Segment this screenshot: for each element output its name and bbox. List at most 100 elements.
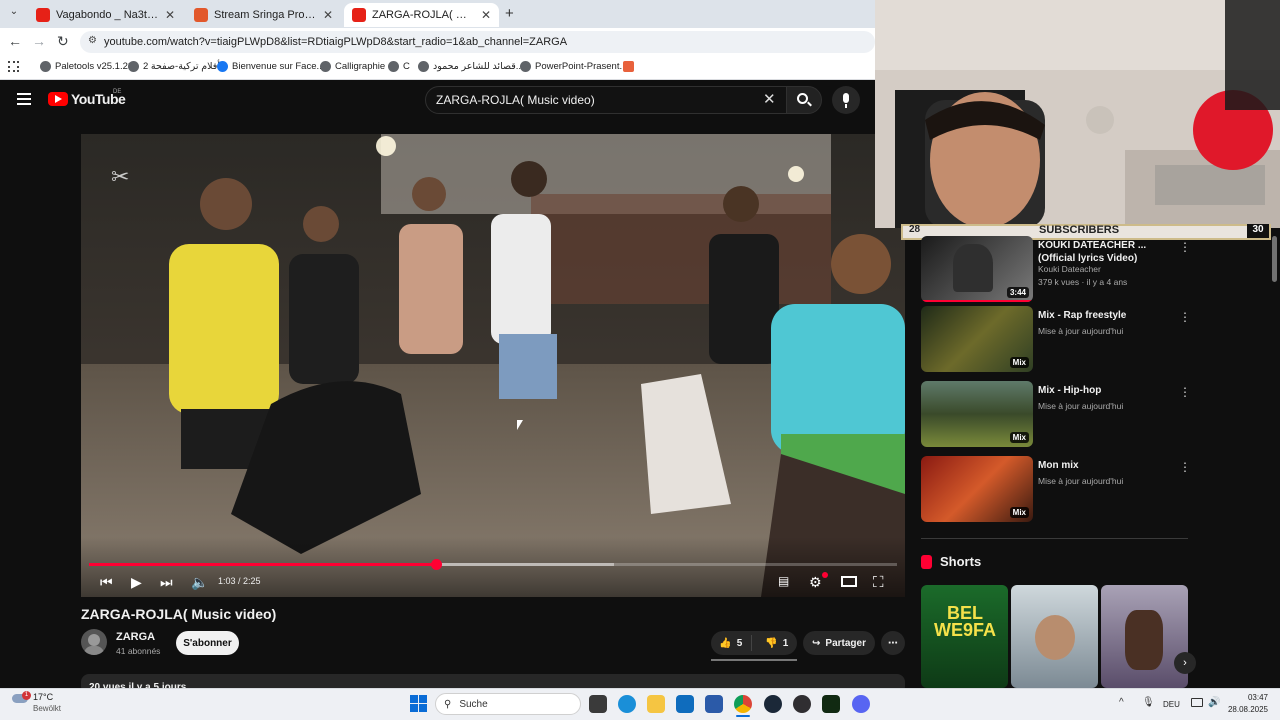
volume-tray-icon[interactable]: 🔊 (1208, 697, 1220, 708)
globe-icon (388, 61, 399, 72)
keyboard-language[interactable]: DEU (1163, 700, 1180, 709)
channel-avatar[interactable] (81, 629, 107, 655)
short-item[interactable] (1011, 585, 1098, 688)
thumbs-up-icon: 👍 (719, 637, 732, 649)
notification-dot-icon: 1 (22, 691, 31, 700)
taskbar-search[interactable]: ⚲ Suche (435, 693, 581, 715)
more-actions-button[interactable]: ⋯ (881, 631, 905, 655)
theater-mode-icon[interactable] (841, 576, 857, 587)
more-vertical-icon[interactable]: ⋮ (1179, 310, 1191, 324)
facebook-icon (217, 61, 228, 72)
chrome-icon[interactable] (734, 695, 752, 713)
search-input[interactable]: ZARGA-ROJLA( Music video) ✕ (425, 86, 787, 114)
tray-chevron-icon[interactable]: ^ (1119, 697, 1124, 708)
network-icon[interactable] (1191, 698, 1203, 707)
menu-icon[interactable] (17, 93, 31, 105)
taskbar-search-label: Suche (459, 698, 488, 710)
edge-icon[interactable] (618, 695, 636, 713)
fullscreen-icon[interactable]: ⛶ (873, 574, 884, 591)
recommendation-title: Mix - Rap freestyle (1038, 310, 1127, 321)
share-button[interactable]: ↪ Partager (803, 631, 875, 655)
close-icon[interactable]: ✕ (165, 8, 175, 22)
store-icon[interactable] (705, 695, 723, 713)
duration-badge: 3:44 (1006, 287, 1029, 298)
shorts-next-button[interactable]: › (1174, 652, 1196, 674)
bookmark-label: PowerPoint-Prasent... (535, 61, 628, 72)
windows-start-icon[interactable] (410, 695, 427, 712)
microphone-tray-icon[interactable]: 🎙 (1142, 697, 1155, 708)
subscribe-button[interactable]: S'abonner (176, 631, 239, 655)
task-view-icon[interactable] (589, 695, 607, 713)
outlook-icon[interactable] (676, 695, 694, 713)
recommendation-item[interactable]: Mix Mix - Rap freestyle Mise à jour aujo… (921, 306, 1191, 372)
clock-date[interactable]: 28.08.2025 (1220, 705, 1268, 714)
settings-gear-icon[interactable]: ⚙ (809, 574, 822, 591)
site-info-icon[interactable]: ⚙ (88, 35, 97, 46)
apps-grid-icon[interactable] (8, 61, 19, 72)
extension-icon[interactable] (623, 61, 634, 72)
file-explorer-icon[interactable] (647, 695, 665, 713)
voice-search-button[interactable] (832, 86, 860, 114)
forward-arrow-icon[interactable]: → (32, 33, 46, 49)
played-bar (89, 563, 437, 566)
play-icon[interactable]: ▶ (131, 574, 142, 591)
tab-label: Vagabondo _ Na3ti dom nkassa (56, 9, 159, 21)
sidebar-scrollbar[interactable] (1272, 236, 1277, 282)
obs-icon[interactable] (793, 695, 811, 713)
clock-time[interactable]: 03:47 (1230, 693, 1268, 702)
goal-end: 30 (1247, 224, 1269, 238)
bookmark-label: C (403, 61, 410, 72)
terminal-icon[interactable] (822, 695, 840, 713)
weather-temp: 17°C (33, 692, 54, 702)
subtitles-icon[interactable]: ▤ (778, 574, 789, 588)
channel-name[interactable]: ZARGA (116, 631, 155, 643)
more-vertical-icon[interactable]: ⋮ (1179, 385, 1191, 399)
progress-bar[interactable] (89, 559, 897, 570)
recommendation-title: KOUKI DATEACHER ... (Official lyrics Vid… (1038, 240, 1147, 264)
globe-icon (128, 61, 139, 72)
short-item[interactable] (1101, 585, 1188, 688)
close-icon[interactable]: ✕ (481, 8, 491, 22)
new-tab-button[interactable]: + (505, 5, 514, 22)
bookmark-powerpoint[interactable]: PowerPoint-Prasent... (520, 61, 627, 72)
tab-search-icon[interactable]: ⌄ (6, 6, 22, 22)
volume-icon[interactable]: 🔈 (191, 574, 208, 591)
share-label: Partager (825, 637, 866, 649)
url-field[interactable]: ⚙ youtube.com/watch?v=tiaigPLWpD8&list=R… (80, 31, 875, 53)
goal-label: SUBSCRIBERS (1039, 224, 1120, 236)
bookmark-label: Bienvenue sur Face... (232, 61, 325, 72)
mix-badge: Mix (1009, 507, 1029, 518)
discord-icon[interactable] (852, 695, 870, 713)
video-player[interactable]: ✂ (81, 134, 905, 597)
more-vertical-icon[interactable]: ⋮ (1179, 460, 1191, 474)
youtube-play-logo-icon (48, 92, 68, 106)
more-vertical-icon[interactable]: ⋮ (1179, 240, 1191, 254)
back-arrow-icon[interactable]: ← (8, 33, 22, 49)
tab-vagabondo[interactable]: Vagabondo _ Na3ti dom nkassa ✕ (28, 3, 183, 27)
reload-icon[interactable]: ↻ (57, 33, 69, 50)
recommendation-item[interactable]: Mix Mon mix Mise à jour aujourd'hui ⋮ (921, 456, 1191, 522)
dislike-button[interactable]: 👎 1 (757, 638, 797, 649)
steam-icon[interactable] (764, 695, 782, 713)
clear-search-icon[interactable]: ✕ (763, 90, 776, 108)
tab-zarga[interactable]: ZARGA-ROJLA( Music video ✕ (344, 3, 499, 27)
next-icon[interactable]: ⏭ (160, 574, 173, 591)
bookmark-poems[interactable]: قصائد للشاعر محمود... (418, 61, 524, 72)
like-button[interactable]: 👍 5 (711, 635, 752, 651)
bookmark-facebook[interactable]: Bienvenue sur Face... (217, 61, 324, 72)
bookmark-paletools[interactable]: Paletools v25.1.23 (40, 61, 133, 72)
recommendation-item[interactable]: Mix Mix - Hip-hop Mise à jour aujourd'hu… (921, 381, 1191, 447)
bookmark-c[interactable]: C (388, 61, 410, 72)
search-button[interactable] (786, 86, 822, 114)
bookmark-label: Calligraphie (335, 61, 386, 72)
tab-stream-sringa[interactable]: Stream Sringa Project music | L ✕ (186, 3, 341, 27)
previous-icon[interactable]: ⏮ (100, 574, 113, 591)
recommendation-item[interactable]: 3:44 KOUKI DATEACHER ... (Official lyric… (921, 236, 1191, 302)
close-icon[interactable]: ✕ (323, 8, 333, 22)
mix-badge: Mix (1009, 357, 1029, 368)
recommendation-title: Mix - Hip-hop (1038, 385, 1102, 396)
bookmark-calligraphie[interactable]: Calligraphie (320, 61, 385, 72)
short-item[interactable]: BEL WE9FA (921, 585, 1008, 688)
bookmark-turkish-films[interactable]: أفلام تركية-صفحة 2 (128, 61, 220, 72)
weather-desc: Bewölkt (33, 704, 62, 713)
